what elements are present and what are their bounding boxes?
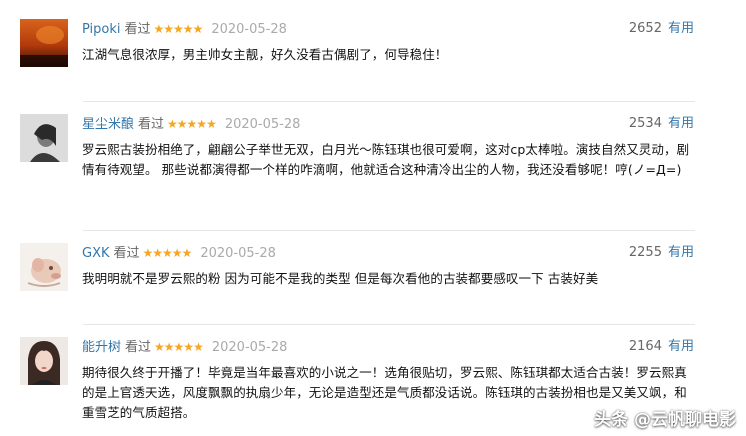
vote-area: 2255 有用 [629, 244, 694, 262]
avatar-image [20, 243, 68, 291]
rating-stars: ★★★★★ [167, 117, 217, 131]
avatar[interactable] [20, 114, 68, 162]
review-date: 2020-05-28 [224, 117, 301, 132]
review-date: 2020-05-28 [200, 246, 276, 261]
useful-button[interactable]: 有用 [668, 21, 694, 36]
username-link[interactable]: Pipoki [82, 22, 121, 37]
vote-area: 2652 有用 [629, 20, 694, 38]
review-meta: 能升树 看过 ★★★★★ 2020-05-28 [82, 338, 287, 356]
source-watermark: 头条 @云帆聊电影 [594, 410, 736, 430]
vote-area: 2534 有用 [629, 115, 694, 133]
useful-button[interactable]: 有用 [668, 116, 694, 131]
username-link[interactable]: GXK [82, 246, 110, 261]
avatar-image [20, 19, 68, 67]
vote-count: 2534 [628, 116, 662, 131]
watch-status: 看过 [124, 22, 151, 37]
review-date: 2020-05-28 [211, 22, 287, 37]
review-date: 2020-05-28 [211, 340, 288, 355]
vote-count: 2164 [628, 339, 662, 354]
watch-status: 看过 [113, 246, 140, 261]
watch-status: 看过 [138, 117, 165, 132]
rating-stars: ★★★★★ [153, 22, 204, 36]
username-link[interactable]: 星尘米酿 [82, 117, 134, 132]
review-list: Pipoki 看过 ★★★★★ 2020-05-28 2652 有用 江湖气息很浓厚，男… [0, 0, 746, 436]
avatar[interactable] [20, 337, 68, 385]
vote-count: 2652 [628, 21, 662, 36]
review-text: 罗云熙古装扮相绝了，翩翩公子举世无双，白月光～陈钰琪也很可爱啊，这对cp太棒啦。… [82, 142, 690, 177]
watch-status: 看过 [125, 340, 152, 355]
username-link[interactable]: 能升树 [82, 340, 121, 355]
avatar[interactable] [20, 19, 68, 67]
review-meta: GXK 看过 ★★★★★ 2020-05-28 [82, 244, 276, 262]
review-meta: Pipoki 看过 ★★★★★ 2020-05-28 [82, 20, 287, 38]
useful-button[interactable]: 有用 [668, 339, 694, 354]
review-text: 我明明就不是罗云熙的粉 因为可能不是我的类型 但是每次看他的古装都要感叹一下 古… [82, 271, 599, 286]
review-text: 江湖气息很浓厚，男主帅女主靓，好久没看古偶剧了，何导稳住！ [82, 47, 448, 62]
useful-button[interactable]: 有用 [668, 245, 694, 260]
avatar-image [20, 337, 68, 385]
rating-stars: ★★★★★ [154, 340, 204, 354]
review-meta: 星尘米酿 看过 ★★★★★ 2020-05-28 [82, 115, 300, 133]
rating-stars: ★★★★★ [142, 246, 193, 260]
vote-area: 2164 有用 [629, 338, 694, 356]
avatar[interactable] [20, 243, 68, 291]
vote-count: 2255 [628, 245, 662, 260]
avatar-image [20, 114, 68, 162]
